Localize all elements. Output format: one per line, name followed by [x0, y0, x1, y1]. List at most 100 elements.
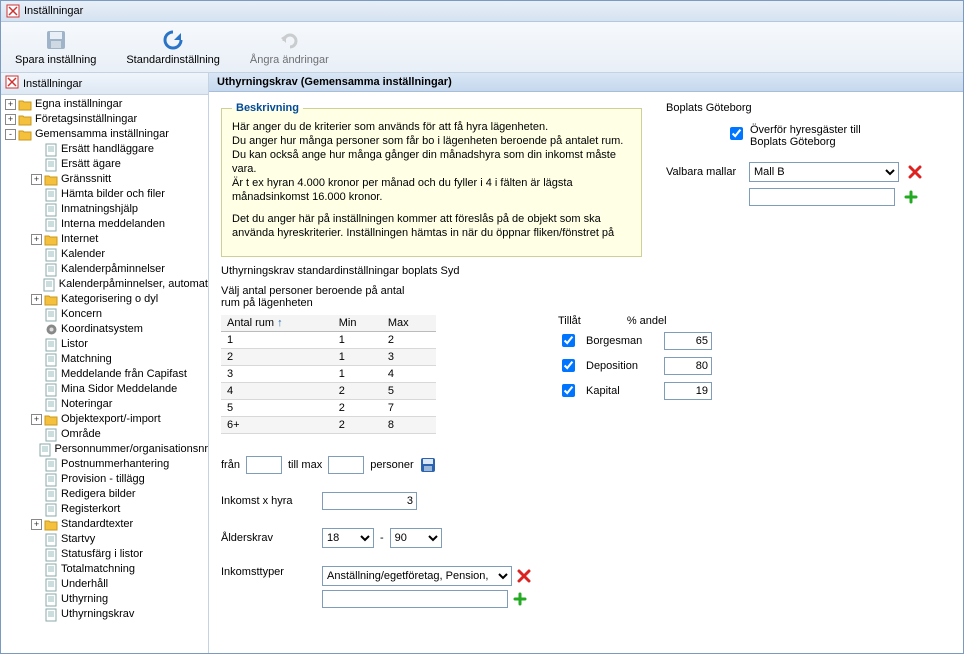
age-to-select[interactable]: 90: [390, 528, 442, 548]
tree-item[interactable]: +Objektexport/-import: [1, 412, 208, 427]
tree-group[interactable]: -Gemensamma inställningar: [1, 127, 208, 142]
inctype-select[interactable]: Anställning/egetföretag, Pension,: [322, 566, 512, 586]
table-row[interactable]: 314: [221, 366, 436, 383]
tree-item[interactable]: Kalender: [1, 247, 208, 262]
table-row[interactable]: 527: [221, 400, 436, 417]
sidebar: Inställningar +Egna inställningar+Företa…: [1, 73, 209, 653]
tillat-label: Deposition: [586, 360, 656, 372]
add-icon[interactable]: [512, 591, 528, 607]
vm-select[interactable]: Mall B: [749, 162, 899, 182]
tree-item[interactable]: Uthyrningskrav: [1, 607, 208, 622]
toolbar-save[interactable]: Spara inställning: [11, 26, 100, 68]
page-icon: [44, 338, 58, 352]
inctype-new-input[interactable]: [322, 590, 508, 608]
col-max[interactable]: Max: [382, 315, 436, 332]
page-icon: [44, 578, 58, 592]
tree-item[interactable]: +Gränssnitt: [1, 172, 208, 187]
tree[interactable]: +Egna inställningar+Företagsinställninga…: [1, 95, 208, 624]
table-row[interactable]: 213: [221, 349, 436, 366]
tree-item[interactable]: Område: [1, 427, 208, 442]
tree-item[interactable]: Mina Sidor Meddelande: [1, 382, 208, 397]
folder-icon: [18, 98, 32, 112]
tree-item[interactable]: Hämta bilder och filer: [1, 187, 208, 202]
cell-rooms: 3: [221, 366, 333, 383]
save-range-icon[interactable]: [420, 457, 436, 473]
tree-item[interactable]: Redigera bilder: [1, 487, 208, 502]
expand-icon[interactable]: +: [31, 234, 42, 245]
tree-label: Statusfärg i listor: [61, 547, 143, 562]
col-rooms[interactable]: Antal rum ↑: [221, 315, 333, 332]
tree-item[interactable]: Startvy: [1, 532, 208, 547]
toolbar-default[interactable]: Standardinställning: [122, 26, 224, 68]
tree-item[interactable]: Kalenderpåminnelser, automat: [1, 277, 208, 292]
vm-label: Valbara mallar: [666, 166, 741, 178]
tillat-checkbox[interactable]: [562, 359, 575, 372]
tree-item[interactable]: Inmatningshjälp: [1, 202, 208, 217]
tree-item[interactable]: Matchning: [1, 352, 208, 367]
cell-max: 5: [382, 383, 436, 400]
rooms-grid[interactable]: Antal rum ↑ Min Max 1122133144255276+28: [221, 315, 436, 434]
expand-icon[interactable]: +: [31, 414, 42, 425]
tillat-checkbox[interactable]: [562, 384, 575, 397]
page-icon: [44, 533, 58, 547]
tree-label: Kalender: [61, 247, 105, 262]
tree-item[interactable]: +Internet: [1, 232, 208, 247]
tree-item[interactable]: Provision - tillägg: [1, 472, 208, 487]
folder-icon: [44, 518, 58, 532]
tree-item[interactable]: Kalenderpåminnelser: [1, 262, 208, 277]
expand-icon[interactable]: +: [5, 114, 16, 125]
age-dash: -: [380, 532, 384, 544]
sort-asc-icon: ↑: [277, 317, 283, 329]
range-from-input[interactable]: [246, 456, 282, 474]
range-tomax-input[interactable]: [328, 456, 364, 474]
cell-rooms: 5: [221, 400, 333, 417]
tillat-checkbox[interactable]: [562, 334, 575, 347]
income-input[interactable]: [322, 492, 417, 510]
tree-label: Uthyrningskrav: [61, 607, 134, 622]
folder-icon: [44, 233, 58, 247]
tree-item[interactable]: Uthyrning: [1, 592, 208, 607]
tree-item[interactable]: Personnummer/organisationsnr: [1, 442, 208, 457]
page-icon: [39, 443, 51, 457]
vm-add-icon[interactable]: [903, 189, 919, 205]
tree-item[interactable]: Noteringar: [1, 397, 208, 412]
tillat-head: Tillåt: [558, 315, 581, 327]
delete-icon[interactable]: [516, 568, 532, 584]
expand-icon[interactable]: +: [31, 294, 42, 305]
tree-item[interactable]: +Kategorisering o dyl: [1, 292, 208, 307]
tree-group[interactable]: +Företagsinställningar: [1, 112, 208, 127]
tree-item[interactable]: Registerkort: [1, 502, 208, 517]
vm-delete-icon[interactable]: [907, 164, 923, 180]
tree-item[interactable]: Totalmatchning: [1, 562, 208, 577]
expand-icon[interactable]: +: [31, 519, 42, 530]
transfer-checkbox[interactable]: [730, 127, 743, 140]
tree-item[interactable]: Underhåll: [1, 577, 208, 592]
tree-item[interactable]: Ersätt handläggare: [1, 142, 208, 157]
tree-item[interactable]: Koordinatsystem: [1, 322, 208, 337]
table-row[interactable]: 112: [221, 332, 436, 349]
tree-item[interactable]: Postnummerhantering: [1, 457, 208, 472]
expand-icon[interactable]: +: [31, 174, 42, 185]
tree-item[interactable]: Meddelande från Capifast: [1, 367, 208, 382]
expand-icon[interactable]: +: [5, 99, 16, 110]
tree-item[interactable]: Ersätt ägare: [1, 157, 208, 172]
page-icon: [44, 398, 58, 412]
col-min[interactable]: Min: [333, 315, 382, 332]
table-row[interactable]: 425: [221, 383, 436, 400]
tree-item[interactable]: Listor: [1, 337, 208, 352]
page-icon: [44, 368, 58, 382]
tree-item[interactable]: +Standardtexter: [1, 517, 208, 532]
table-row[interactable]: 6+28: [221, 417, 436, 434]
cell-min: 1: [333, 349, 382, 366]
vm-new-input[interactable]: [749, 188, 895, 206]
tree-item[interactable]: Koncern: [1, 307, 208, 322]
cell-max: 8: [382, 417, 436, 434]
description-p2: Det du anger här på inställningen kommer…: [232, 212, 631, 240]
tree-group[interactable]: +Egna inställningar: [1, 97, 208, 112]
expand-icon[interactable]: -: [5, 129, 16, 140]
tree-label: Uthyrning: [61, 592, 108, 607]
tree-item[interactable]: Interna meddelanden: [1, 217, 208, 232]
age-from-select[interactable]: 18: [322, 528, 374, 548]
tree-item[interactable]: Statusfärg i listor: [1, 547, 208, 562]
right-title: Boplats Göteborg: [666, 102, 951, 114]
